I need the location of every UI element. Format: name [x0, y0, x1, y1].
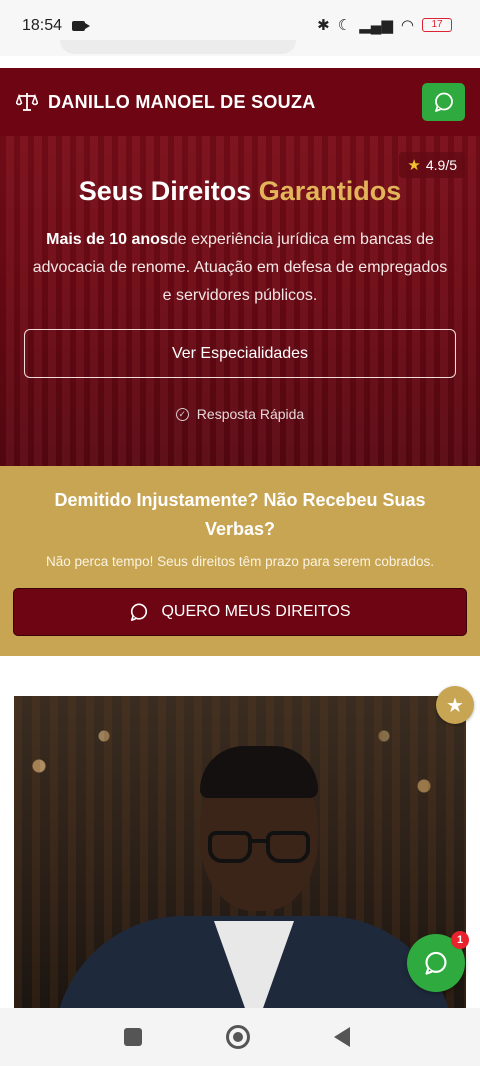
person-hair	[200, 746, 318, 798]
cta-title: Demitido Injustamente? Não Recebeu Suas …	[54, 490, 426, 539]
brand-name[interactable]: DANILLO MANOEL DE SOUZA	[48, 92, 316, 113]
star-badge-icon: ★	[436, 686, 474, 724]
hero-title-main: Seus Direitos	[78, 176, 259, 206]
view-specialties-button[interactable]: Ver Especialidades	[24, 329, 456, 378]
whatsapp-icon	[434, 92, 453, 112]
wifi-icon: ◠	[400, 17, 414, 34]
star-icon: ★	[407, 157, 421, 174]
quick-reply-note: ✓ Resposta Rápida	[0, 406, 480, 422]
hero-desc-bold: Mais de 10 anos	[46, 231, 169, 248]
my-rights-button[interactable]: QUERO MEUS DIREITOS	[13, 588, 467, 636]
cta-subtitle: Não perca tempo! Seus direitos têm prazo…	[46, 554, 434, 569]
glasses-bridge	[252, 839, 266, 843]
recents-icon[interactable]	[124, 1028, 142, 1046]
cta-section: Demitido Injustamente? Não Recebeu Suas …	[0, 466, 480, 656]
camera-icon	[72, 21, 90, 31]
status-icons: ✱ ☾ ▂▄▆ ◠ 17	[317, 16, 452, 34]
system-nav-bar	[0, 1008, 480, 1066]
check-circle-icon: ✓	[175, 407, 189, 421]
battery-icon: 17	[422, 18, 452, 32]
bluetooth-icon: ✱	[317, 17, 330, 34]
notification-badge: 1	[451, 931, 469, 949]
hero-description: Mais de 10 anosde experiência jurídica e…	[30, 226, 450, 310]
chat-bubble-icon	[131, 603, 148, 621]
site-header: DANILLO MANOEL DE SOUZA	[0, 68, 480, 136]
hero-title: Seus Direitos Garantidos	[0, 176, 480, 207]
moon-icon: ☾	[337, 17, 352, 34]
header-whatsapp-button[interactable]	[422, 83, 465, 121]
glasses-right-lens	[266, 831, 310, 863]
scale-icon	[16, 93, 38, 111]
home-icon[interactable]	[226, 1025, 250, 1049]
whatsapp-icon	[425, 951, 447, 975]
hero-section: ★ 4.9/5 Seus Direitos Garantidos Mais de…	[0, 136, 480, 466]
quick-reply-label: Resposta Rápida	[196, 406, 305, 422]
rating-value: 4.9/5	[425, 157, 457, 173]
glasses-left-lens	[208, 831, 252, 863]
rating-badge: ★ 4.9/5	[399, 152, 465, 178]
my-rights-label: QUERO MEUS DIREITOS	[161, 603, 351, 620]
lawyer-photo	[14, 696, 466, 1008]
signal-icon: ▂▄▆	[359, 17, 393, 34]
hero-title-accent: Garantidos	[258, 176, 402, 206]
back-icon[interactable]	[334, 1027, 350, 1047]
browser-url-bar[interactable]	[60, 40, 296, 54]
status-bar: 18:54 ✱ ☾ ▂▄▆ ◠ 17	[0, 0, 480, 56]
status-time: 18:54	[22, 17, 63, 34]
